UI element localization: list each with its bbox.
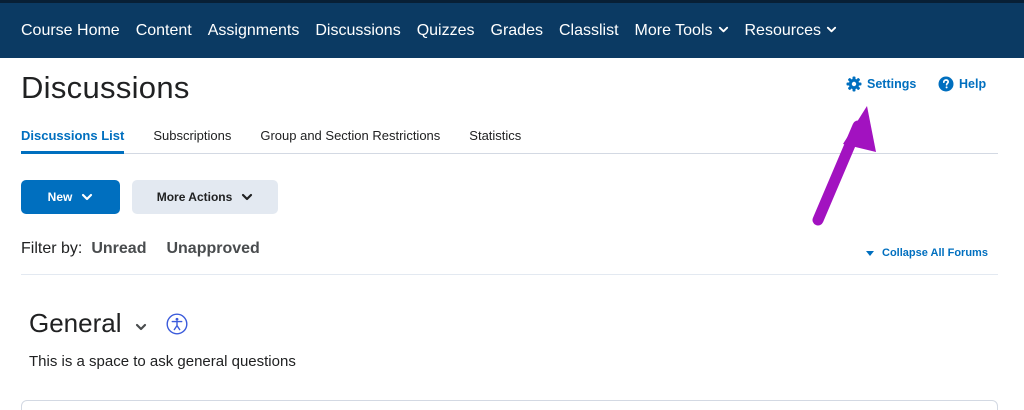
tab-group-section-restrictions[interactable]: Group and Section Restrictions [260, 128, 440, 154]
divider [21, 274, 998, 275]
forum-description: This is a space to ask general questions [29, 353, 296, 370]
nav-resources[interactable]: Resources [745, 22, 837, 40]
filter-bar: Filter by: Unread Unapproved [21, 240, 280, 258]
caret-down-icon [866, 250, 874, 256]
forum-heading: General [29, 308, 188, 339]
nav-grades[interactable]: Grades [491, 22, 543, 40]
course-navbar: Course Home Content Assignments Discussi… [0, 0, 1024, 58]
nav-resources-label: Resources [744, 21, 821, 39]
settings-label: Settings [867, 77, 917, 91]
nav-content[interactable]: Content [136, 22, 192, 40]
filter-unread[interactable]: Unread [91, 240, 146, 258]
nav-assignments[interactable]: Assignments [208, 22, 300, 40]
nav-more-tools[interactable]: More Tools [635, 22, 729, 40]
collapse-all-forums-button[interactable]: Collapse All Forums [866, 247, 988, 259]
collapse-all-forums-label: Collapse All Forums [882, 247, 988, 259]
nav-course-home[interactable]: Course Home [21, 22, 120, 40]
page-title: Discussions [21, 70, 190, 105]
tab-subscriptions[interactable]: Subscriptions [153, 128, 231, 154]
help-icon [938, 76, 954, 92]
new-button[interactable]: New [21, 180, 120, 214]
forum-title: General [29, 308, 122, 338]
chevron-down-icon [242, 193, 253, 201]
nav-quizzes[interactable]: Quizzes [417, 22, 475, 40]
chevron-down-icon [82, 193, 93, 201]
help-label: Help [959, 77, 987, 91]
chevron-down-icon [826, 26, 837, 33]
chevron-down-icon[interactable] [134, 320, 148, 334]
nav-more-tools-label: More Tools [634, 21, 713, 39]
tab-statistics[interactable]: Statistics [469, 128, 521, 154]
accessibility-icon[interactable] [165, 312, 188, 335]
more-actions-label: More Actions [156, 190, 233, 204]
nav-discussions[interactable]: Discussions [315, 22, 400, 40]
chevron-down-icon [718, 26, 728, 33]
tab-discussions-list[interactable]: Discussions List [21, 128, 125, 154]
help-button[interactable]: Help [938, 76, 986, 92]
filter-label: Filter by: [21, 240, 83, 257]
arrow-annotation [812, 106, 876, 226]
forum-topic-card [21, 400, 998, 410]
new-button-label: New [47, 190, 73, 204]
gear-icon [846, 76, 862, 92]
nav-classlist[interactable]: Classlist [559, 22, 619, 40]
settings-button[interactable]: Settings [846, 76, 916, 92]
filter-unapproved[interactable]: Unapproved [166, 240, 259, 258]
more-actions-button[interactable]: More Actions [132, 180, 278, 214]
